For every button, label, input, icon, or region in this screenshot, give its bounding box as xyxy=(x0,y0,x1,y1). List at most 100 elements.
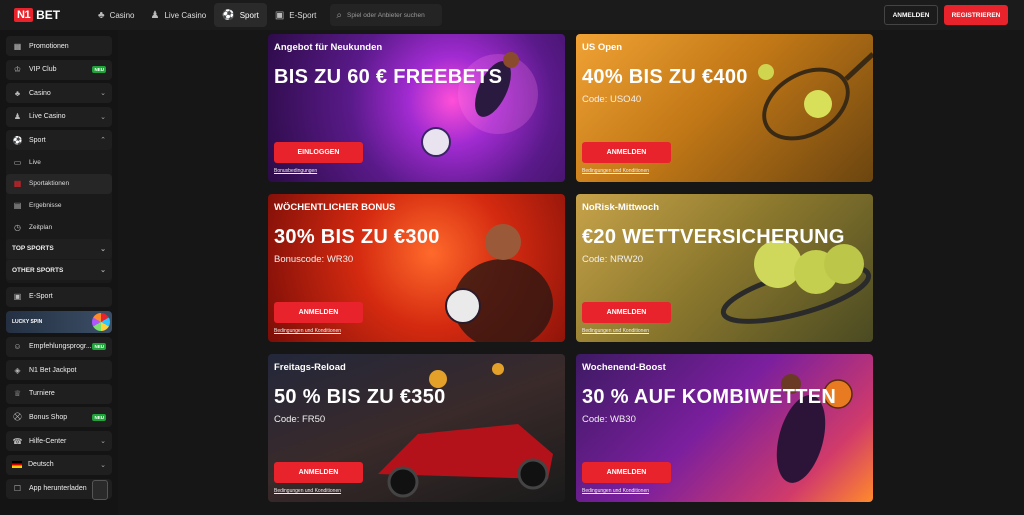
sidebar-sub-label: TOP SPORTS xyxy=(12,245,54,253)
tennis-racket-illustration xyxy=(758,52,873,141)
nav-casino-label: Casino xyxy=(109,10,135,20)
football-icon: ⚽ xyxy=(12,135,23,145)
promo-card[interactable]: Freitags-Reload 50 % BIS ZU €350 Code: F… xyxy=(268,354,565,502)
sidebar-sub-label: OTHER SPORTS xyxy=(12,266,64,274)
promo-code: Code: NRW20 xyxy=(582,254,644,265)
sidebar-item-casino[interactable]: ♣ Casino ⌄ xyxy=(6,83,112,104)
promo-signup-button[interactable]: ANMELDEN xyxy=(582,302,671,323)
chevron-down-icon: ⌄ xyxy=(100,267,106,275)
sidebar-item-sport[interactable]: ⚽ Sport ⌃ xyxy=(6,130,112,151)
lucky-spin-banner[interactable]: LUCKY SPIN xyxy=(6,310,112,333)
search-box[interactable]: ⌕ xyxy=(330,4,443,26)
sidebar-sub-live[interactable]: ▭ Live xyxy=(6,152,112,172)
promo-card[interactable]: US Open 40% BIS ZU €400 Code: USO40 ANME… xyxy=(576,34,873,182)
promo-card[interactable]: NoRisk-Mittwoch €20 WETTVERSICHERUNG Cod… xyxy=(576,194,873,342)
gamepad-icon: ▣ xyxy=(13,292,22,302)
promo-headline: 50 % BIS ZU €350 xyxy=(274,386,446,408)
promo-title: NoRisk-Mittwoch xyxy=(582,202,660,213)
new-badge: NEU xyxy=(92,413,106,421)
new-badge: NEU xyxy=(92,343,106,351)
promo-title: US Open xyxy=(582,42,623,53)
sidebar-item-label: Turniere xyxy=(29,390,55,398)
cart-icon: ⛒ xyxy=(13,412,22,422)
footballer-illustration xyxy=(421,52,538,157)
login-button[interactable]: ANMELDEN xyxy=(884,5,938,25)
nav-casino[interactable]: ♣ Casino xyxy=(90,3,142,27)
promo-login-button[interactable]: EINLOGGEN xyxy=(274,142,363,163)
nav-sport-label: Sport xyxy=(239,10,259,20)
sidebar-item-label: Bonus Shop xyxy=(29,413,68,421)
sidebar-other-sports[interactable]: OTHER SPORTS ⌄ xyxy=(6,260,112,281)
sidebar-item-label: App herunterladen xyxy=(29,485,87,493)
promo-headline: BIS ZU 60 € FREEBETS xyxy=(274,66,503,88)
jackpot-icon: ◈ xyxy=(14,365,21,375)
promo-signup-button[interactable]: ANMELDEN xyxy=(274,302,363,323)
promo-code: Code: WB30 xyxy=(582,414,636,425)
chevron-down-icon: ⌄ xyxy=(100,113,106,121)
soccer-player-illustration xyxy=(445,224,553,342)
basketball-player-illustration xyxy=(776,374,853,483)
sidebar-sub-sportaktionen[interactable]: ▦ Sportaktionen xyxy=(6,173,112,194)
sidebar-item-promotionen[interactable]: ▦ Promotionen xyxy=(6,36,112,56)
dealer-icon: ♟ xyxy=(13,112,22,122)
promo-signup-button[interactable]: ANMELDEN xyxy=(274,462,363,483)
search-input[interactable] xyxy=(347,11,437,19)
promo-headline: 30 % AUF KOMBIWETTEN xyxy=(582,386,837,408)
register-button[interactable]: REGISTRIEREN xyxy=(944,5,1008,25)
sidebar-item-bonus-shop[interactable]: ⛒ Bonus Shop NEU xyxy=(6,407,112,428)
main-nav: ♣ Casino ♟ Live Casino ⚽ Sport ▣ E-Sport… xyxy=(90,0,443,30)
trophy-icon: ♕ xyxy=(13,389,22,399)
chevron-down-icon: ⌄ xyxy=(100,438,106,446)
gamepad-icon: ▣ xyxy=(274,9,285,21)
sidebar-item-empfehlung[interactable]: ☺ Empfehlungsprogr... NEU xyxy=(6,336,112,357)
download-icon: ☐ xyxy=(13,484,22,494)
sidebar-top-sports[interactable]: TOP SPORTS ⌄ xyxy=(6,238,112,259)
sidebar-item-label: Hilfe-Center xyxy=(29,437,67,445)
race-car-illustration xyxy=(378,363,553,498)
promo-terms-link[interactable]: Bedingungen und Konditionen xyxy=(274,488,341,494)
promo-terms-link[interactable]: Bedingungen und Konditionen xyxy=(582,488,649,494)
clubs-icon: ♣ xyxy=(98,9,105,21)
promo-card[interactable]: Wochenend-Boost 30 % AUF KOMBIWETTEN Cod… xyxy=(576,354,873,502)
sidebar-item-hilfe[interactable]: ☎ Hilfe-Center ⌄ xyxy=(6,431,112,452)
sidebar-sub-zeitplan[interactable]: ◷ Zeitplan xyxy=(6,217,112,237)
nav-sport[interactable]: ⚽ Sport xyxy=(214,3,267,27)
promo-code: Code: FR50 xyxy=(274,414,326,425)
sidebar-sub-label: Zeitplan xyxy=(29,223,53,231)
promo-terms-link[interactable]: Bedingungen und Konditionen xyxy=(582,328,649,334)
german-flag-icon xyxy=(12,461,22,469)
promo-card[interactable]: WÖCHENTLICHER BONUS 30% BIS ZU €300 Bonu… xyxy=(268,194,565,342)
top-navbar: N1 BET ♣ Casino ♟ Live Casino ⚽ Sport ▣ … xyxy=(0,0,1024,30)
gift-icon: ▦ xyxy=(13,179,22,189)
gift-icon: ▦ xyxy=(13,41,22,51)
promo-signup-button[interactable]: ANMELDEN xyxy=(582,462,671,483)
sidebar-item-app[interactable]: ☐ App herunterladen xyxy=(6,478,112,500)
sidebar-sub-label: Sportaktionen xyxy=(29,180,70,188)
promo-terms-link[interactable]: Bonusbedingungen xyxy=(274,168,317,174)
promo-title: Freitags-Reload xyxy=(274,362,346,373)
sidebar-item-jackpot[interactable]: ◈ N1 Bet Jackpot xyxy=(6,360,112,381)
sidebar-item-esport[interactable]: ▣ E-Sport xyxy=(6,286,112,307)
n1bet-logo[interactable]: N1 BET xyxy=(14,8,78,22)
promo-signup-button[interactable]: ANMELDEN xyxy=(582,142,671,163)
chevron-up-icon: ⌃ xyxy=(100,137,106,145)
sidebar-sub-ergebnisse[interactable]: ▤ Ergebnisse xyxy=(6,196,112,216)
sidebar-group-sport: ⚽ Sport ⌃ ▭ Live ▦ Sportaktionen ▤ Ergeb… xyxy=(6,130,112,283)
sidebar-item-turniere[interactable]: ♕ Turniere xyxy=(6,383,112,404)
chevron-down-icon: ⌄ xyxy=(100,461,106,469)
sidebar-item-language[interactable]: Deutsch ⌄ xyxy=(6,454,112,475)
sidebar-item-vip-club[interactable]: ♔ VIP Club NEU xyxy=(6,59,112,80)
sidebar-item-live-casino[interactable]: ♟ Live Casino ⌄ xyxy=(6,106,112,127)
new-badge: NEU xyxy=(92,66,106,74)
nav-live-casino[interactable]: ♟ Live Casino xyxy=(142,3,214,27)
sidebar-item-label: Live Casino xyxy=(29,113,66,121)
promo-terms-link[interactable]: Bedingungen und Konditionen xyxy=(582,168,649,174)
football-icon: ⚽ xyxy=(222,9,235,21)
promo-terms-link[interactable]: Bedingungen und Konditionen xyxy=(274,328,341,334)
dealer-icon: ♟ xyxy=(150,9,160,21)
sidebar-item-label: N1 Bet Jackpot xyxy=(29,366,77,374)
nav-esport[interactable]: ▣ E-Sport xyxy=(267,3,325,27)
promo-card[interactable]: Angebot für Neukunden BIS ZU 60 € FREEBE… xyxy=(268,34,565,182)
search-icon: ⌕ xyxy=(336,9,343,21)
clubs-icon: ♣ xyxy=(14,88,21,98)
